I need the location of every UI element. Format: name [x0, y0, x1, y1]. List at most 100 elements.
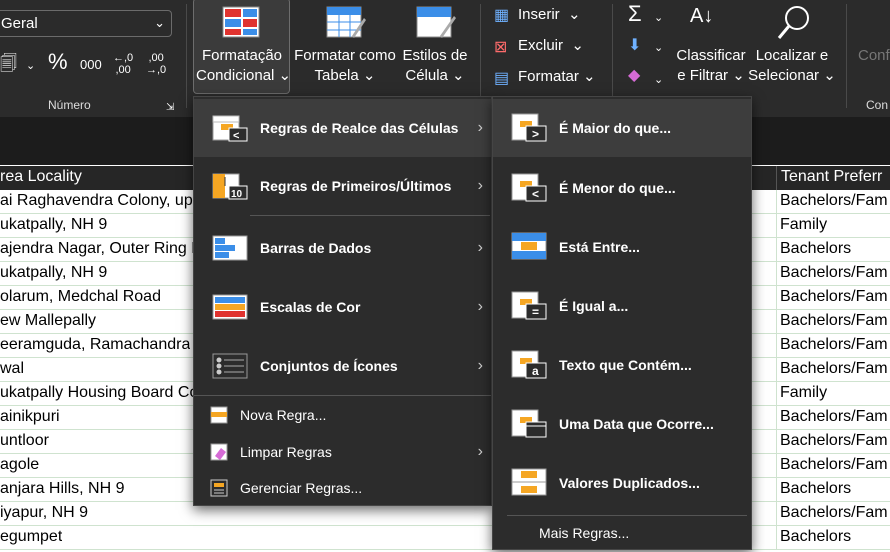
insert-cells-icon: ▦	[494, 7, 510, 24]
menu-item-icon-sets[interactable]: Conjuntos de Ícones ›	[194, 337, 491, 395]
comma-style-button[interactable]: 000	[80, 55, 102, 75]
chevron-down-icon[interactable]: ⌄	[654, 8, 663, 28]
cell-area-locality[interactable]: iyapur, NH 9	[0, 504, 88, 522]
cell-area-locality[interactable]: ukatpally, NH 9	[0, 216, 107, 234]
cell-area-locality[interactable]: ainikpuri	[0, 408, 60, 426]
cell-area-locality[interactable]: wal	[0, 360, 24, 378]
cell-tenant-preferred[interactable]: Bachelors/Fam	[780, 264, 888, 282]
fill-icon[interactable]: ⬇	[628, 36, 641, 56]
submenu-item-equal-to[interactable]: = É Igual a...	[493, 277, 751, 335]
cell-area-locality[interactable]: ai Raghavendra Colony, upp	[0, 192, 202, 210]
svg-text:<: <	[233, 130, 239, 142]
table-row[interactable]: egumpet Bachelors	[0, 526, 890, 550]
menu-item-top-bottom-rules[interactable]: 10 Regras de Primeiros/Últimos ›	[194, 157, 491, 215]
dialog-launcher-icon[interactable]: ⇲	[166, 98, 174, 118]
cell-area-locality[interactable]: untloor	[0, 432, 49, 450]
menu-item-manage-rules[interactable]: Gerenciar Regras...	[194, 474, 491, 502]
accounting-format-icon[interactable]: 🗐	[0, 54, 17, 74]
delete-cells-icon: ⊠	[494, 39, 508, 56]
insert-label: Inserir	[518, 6, 560, 23]
submenu-item-label: Valores Duplicados...	[559, 475, 700, 491]
cell-tenant-preferred[interactable]: Bachelors/Fam	[780, 456, 888, 474]
delete-button[interactable]: Excluir ⌄	[518, 36, 584, 56]
menu-separator	[507, 515, 747, 516]
cell-tenant-preferred[interactable]: Bachelors/Fam	[780, 408, 888, 426]
cell-styles-icon[interactable]	[416, 6, 456, 40]
submenu-item-less-than[interactable]: < É Menor do que...	[493, 159, 751, 217]
cell-tenant-preferred[interactable]: Bachelors	[780, 480, 851, 498]
cell-area-locality[interactable]: egumpet	[0, 528, 62, 546]
delete-label: Excluir	[518, 37, 564, 54]
format-as-table-label[interactable]: Formatar como Tabela ⌄	[292, 46, 398, 86]
cell-area-locality[interactable]: anjara Hills, NH 9	[0, 480, 124, 498]
cell-tenant-preferred[interactable]: Bachelors/Fam	[780, 336, 888, 354]
confidentiality-partial: Conf	[858, 47, 890, 64]
header-tenant-preferred: Tenant Preferr	[781, 168, 883, 185]
insert-button[interactable]: Inserir ⌄	[518, 5, 581, 25]
submenu-item-date-occurring[interactable]: Uma Data que Ocorre...	[493, 395, 751, 453]
submenu-item-greater-than[interactable]: > É Maior do que...	[493, 99, 751, 157]
cell-area-locality[interactable]: eeramguda, Ramachandra	[0, 336, 190, 354]
group-divider	[612, 4, 613, 108]
header-cell[interactable]: Tenant Preferr	[776, 166, 890, 190]
format-button[interactable]: Formatar ⌄	[518, 67, 596, 87]
column-gridline	[776, 526, 777, 550]
find-select-button[interactable]: Localizar e Selecionar ⌄	[748, 46, 836, 86]
menu-item-data-bars[interactable]: Barras de Dados ›	[194, 219, 491, 277]
column-gridline	[776, 190, 777, 214]
cell-tenant-preferred[interactable]: Bachelors	[780, 528, 851, 546]
highlight-rules-submenu: > É Maior do que... < É Menor do que... …	[492, 96, 752, 550]
menu-item-highlight-rules[interactable]: < Regras de Realce das Células ›	[194, 99, 491, 157]
menu-item-label: Conjuntos de Ícones	[260, 358, 398, 374]
cell-tenant-preferred[interactable]: Family	[780, 384, 827, 402]
column-gridline	[776, 454, 777, 478]
cell-tenant-preferred[interactable]: Family	[780, 216, 827, 234]
data-bars-icon	[212, 235, 248, 261]
autosum-icon[interactable]: Σ	[628, 3, 642, 25]
submenu-item-duplicate-values[interactable]: Valores Duplicados...	[493, 454, 751, 512]
cell-area-locality[interactable]: agole	[0, 456, 39, 474]
cell-area-locality[interactable]: olarum, Medchal Road	[0, 288, 161, 306]
cell-tenant-preferred[interactable]: Bachelors/Fam	[780, 192, 888, 210]
column-gridline	[776, 358, 777, 382]
cell-styles-label[interactable]: Estilos de Célula ⌄	[400, 46, 470, 86]
cell-tenant-preferred[interactable]: Bachelors/Fam	[780, 504, 888, 522]
menu-item-new-rule[interactable]: Nova Regra...	[194, 401, 491, 429]
cell-tenant-preferred[interactable]: Bachelors/Fam	[780, 360, 888, 378]
text-contains-icon: a	[511, 350, 547, 379]
cell-tenant-preferred[interactable]: Bachelors/Fam	[780, 312, 888, 330]
format-as-table-icon[interactable]	[326, 6, 366, 40]
menu-item-clear-rules[interactable]: Limpar Regras ›	[194, 438, 491, 466]
sort-filter-button[interactable]: Classificar e Filtrar ⌄	[674, 46, 748, 86]
new-rule-icon	[210, 406, 228, 424]
header-area-locality: rea Locality	[0, 168, 82, 185]
increase-decimal-button[interactable]: ←,0,00	[113, 52, 133, 76]
cs-line2: Célula	[405, 67, 448, 84]
sf-line1: Classificar	[676, 47, 746, 64]
cell-area-locality[interactable]: ajendra Nagar, Outer Ring R	[0, 240, 203, 258]
chevron-down-icon[interactable]: ⌄	[26, 56, 35, 76]
submenu-item-more-rules[interactable]: Mais Regras...	[493, 519, 751, 547]
cell-area-locality[interactable]: ew Mallepally	[0, 312, 96, 330]
more-rules-label: Mais Regras...	[539, 525, 630, 541]
clear-eraser-icon[interactable]: ◆	[628, 66, 640, 86]
highlight-rules-icon: <	[212, 115, 248, 142]
menu-item-color-scales[interactable]: Escalas de Cor ›	[194, 278, 491, 336]
cell-tenant-preferred[interactable]: Bachelors/Fam	[780, 432, 888, 450]
cell-area-locality[interactable]: ukatpally Housing Board Co	[0, 384, 198, 402]
cell-tenant-preferred[interactable]: Bachelors/Fam	[780, 288, 888, 306]
cell-area-locality[interactable]: ukatpally, NH 9	[0, 264, 107, 282]
decrease-decimal-button[interactable]: ,00 →,0	[146, 52, 166, 76]
duplicate-values-icon	[511, 468, 547, 496]
top-bottom-rules-icon: 10	[212, 173, 248, 200]
percent-style-button[interactable]: %	[48, 51, 68, 73]
column-gridline	[776, 334, 777, 358]
chevron-right-icon: ›	[477, 239, 483, 256]
submenu-item-between[interactable]: Está Entre...	[493, 218, 751, 276]
number-format-combo[interactable]: Geral ⌄	[0, 10, 172, 37]
chevron-down-icon[interactable]: ⌄	[654, 70, 663, 90]
cell-tenant-preferred[interactable]: Bachelors	[780, 240, 851, 258]
submenu-item-text-contains[interactable]: a Texto que Contém...	[493, 336, 751, 394]
chevron-down-icon[interactable]: ⌄	[654, 38, 663, 58]
cf-line1: Formatação	[201, 47, 283, 64]
